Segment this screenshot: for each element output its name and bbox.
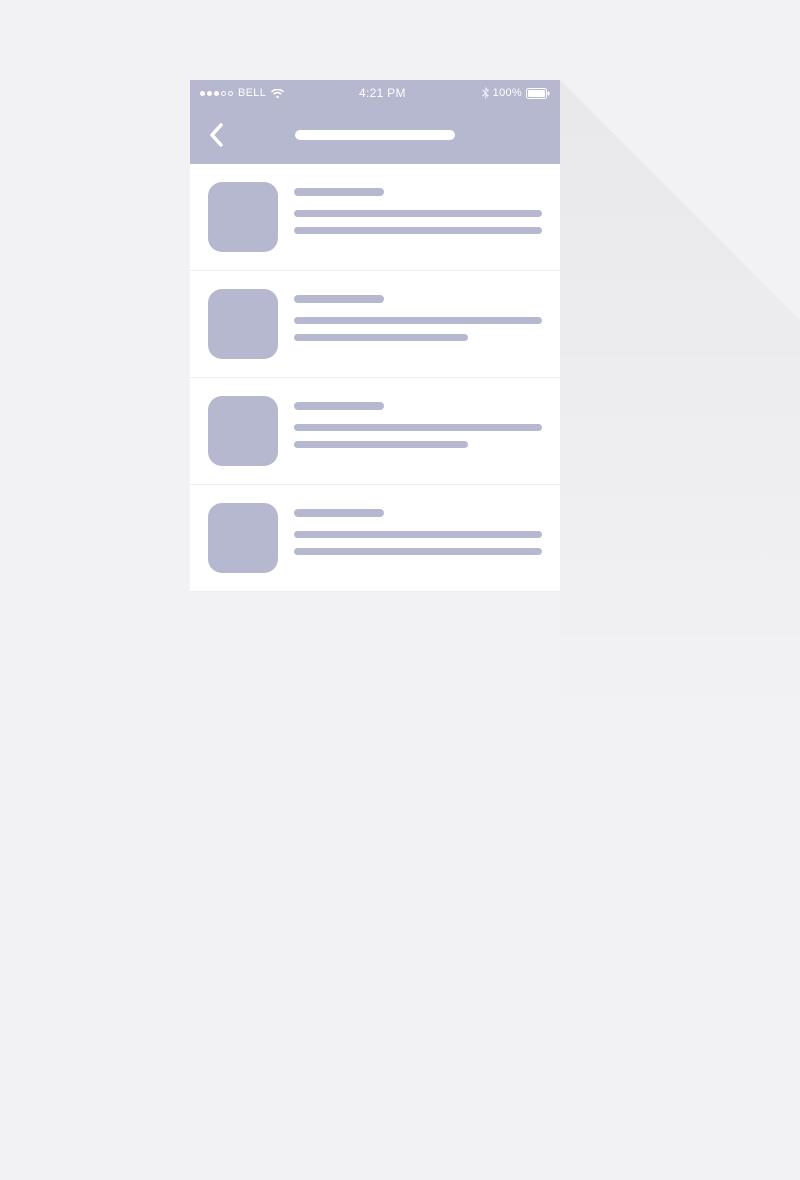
phone-long-shadow <box>560 80 800 1180</box>
bluetooth-icon <box>482 87 489 99</box>
text-line-placeholder <box>294 210 542 217</box>
text-line-placeholder <box>294 334 468 341</box>
title-placeholder <box>294 188 384 196</box>
phone-frame: BELL 4:21 PM 100% Back <box>190 80 560 592</box>
clock-label: 4:21 PM <box>283 86 482 100</box>
list-item[interactable] <box>190 164 560 271</box>
text-line-placeholder <box>294 548 542 555</box>
text-line-placeholder <box>294 531 542 538</box>
nav-bar: Back <box>190 106 560 164</box>
battery-percent-label: 100% <box>493 87 522 99</box>
battery-icon <box>526 88 550 99</box>
list <box>190 164 560 592</box>
list-item[interactable] <box>190 378 560 485</box>
carrier-label: BELL <box>238 87 266 99</box>
title-placeholder <box>294 509 384 517</box>
thumbnail-placeholder <box>208 289 278 359</box>
title-placeholder <box>294 402 384 410</box>
list-item[interactable] <box>190 485 560 592</box>
list-item-lines <box>294 289 542 359</box>
text-line-placeholder <box>294 424 542 431</box>
chevron-left-icon <box>209 123 223 147</box>
list-item[interactable] <box>190 271 560 378</box>
thumbnail-placeholder <box>208 182 278 252</box>
text-line-placeholder <box>294 317 542 324</box>
status-bar: BELL 4:21 PM 100% <box>190 80 560 106</box>
wifi-icon <box>271 89 283 98</box>
status-left: BELL <box>200 87 283 99</box>
list-item-lines <box>294 503 542 573</box>
title-placeholder <box>294 295 384 303</box>
signal-dots-icon <box>200 91 233 96</box>
thumbnail-placeholder <box>208 396 278 466</box>
text-line-placeholder <box>294 441 468 448</box>
list-item-lines <box>294 182 542 252</box>
list-item-lines <box>294 396 542 466</box>
back-button[interactable]: Back <box>202 115 230 155</box>
text-line-placeholder <box>294 227 542 234</box>
status-right: 100% <box>482 87 550 99</box>
nav-title-placeholder <box>295 130 455 140</box>
thumbnail-placeholder <box>208 503 278 573</box>
